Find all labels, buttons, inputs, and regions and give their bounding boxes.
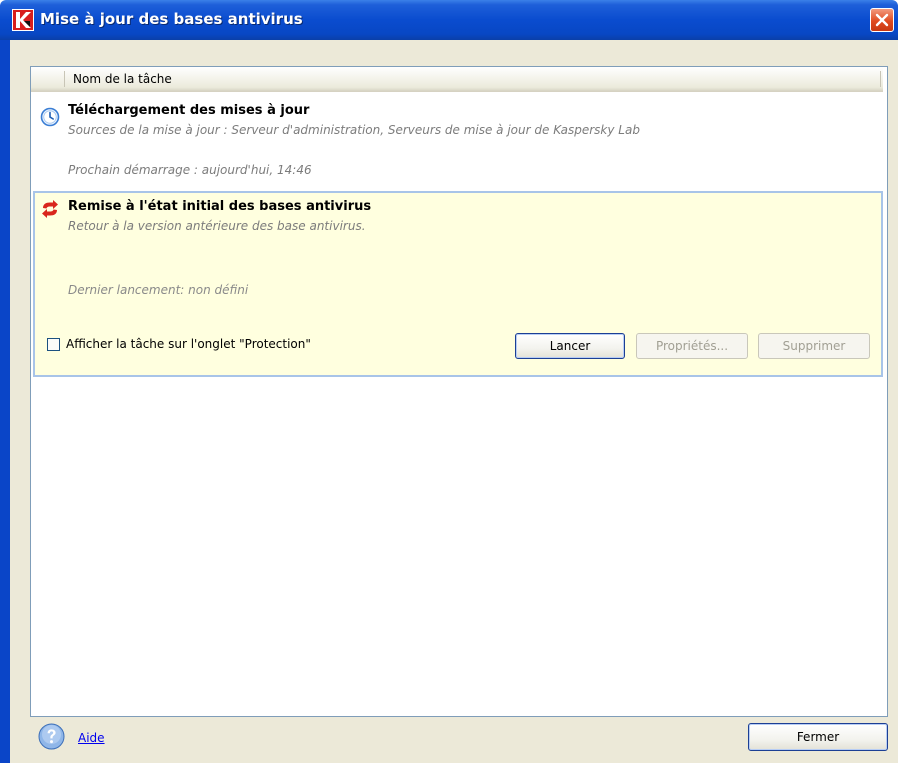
- column-header-task-name[interactable]: Nom de la tâche: [73, 72, 172, 86]
- close-window-button[interactable]: [870, 8, 894, 32]
- task-description: Sources de la mise à jour : Serveur d'ad…: [68, 123, 640, 137]
- delete-task-button[interactable]: Supprimer: [758, 333, 870, 359]
- clock-icon: [40, 107, 60, 127]
- dialog-window: Mise à jour des bases antivirus Nom de l…: [0, 0, 898, 763]
- task-last-run: Dernier lancement: non défini: [68, 283, 249, 297]
- task-list-panel: Nom de la tâche Téléchargement des mises…: [30, 66, 888, 717]
- task-title: Téléchargement des mises à jour: [68, 103, 310, 118]
- title-bar[interactable]: Mise à jour des bases antivirus: [0, 0, 898, 40]
- rollback-arrows-icon: [42, 200, 58, 218]
- show-on-protection-tab-checkbox[interactable]: [47, 338, 60, 351]
- column-header[interactable]: Nom de la tâche: [31, 67, 883, 92]
- column-separator: [880, 71, 881, 87]
- close-icon: [875, 13, 889, 27]
- task-properties-button[interactable]: Propriétés...: [636, 333, 748, 359]
- task-description: Retour à la version antérieure des base …: [68, 219, 366, 233]
- show-on-protection-tab-label[interactable]: Afficher la tâche sur l'onglet "Protecti…: [66, 337, 311, 351]
- kaspersky-logo-icon: [12, 9, 34, 31]
- task-title: Remise à l'état initial des bases antivi…: [68, 199, 372, 214]
- task-row-rollback[interactable]: Remise à l'état initial des bases antivi…: [33, 191, 883, 377]
- help-icon[interactable]: [38, 723, 65, 750]
- dialog-client-area: Nom de la tâche Téléchargement des mises…: [10, 40, 898, 763]
- task-schedule: Prochain démarrage : aujourd'hui, 14:46: [68, 163, 312, 177]
- help-link[interactable]: Aide: [78, 731, 105, 745]
- window-frame-left: [0, 40, 10, 763]
- column-separator: [64, 71, 65, 87]
- window-title: Mise à jour des bases antivirus: [40, 10, 303, 28]
- close-dialog-button[interactable]: Fermer: [748, 723, 888, 751]
- run-task-button[interactable]: Lancer: [515, 333, 625, 359]
